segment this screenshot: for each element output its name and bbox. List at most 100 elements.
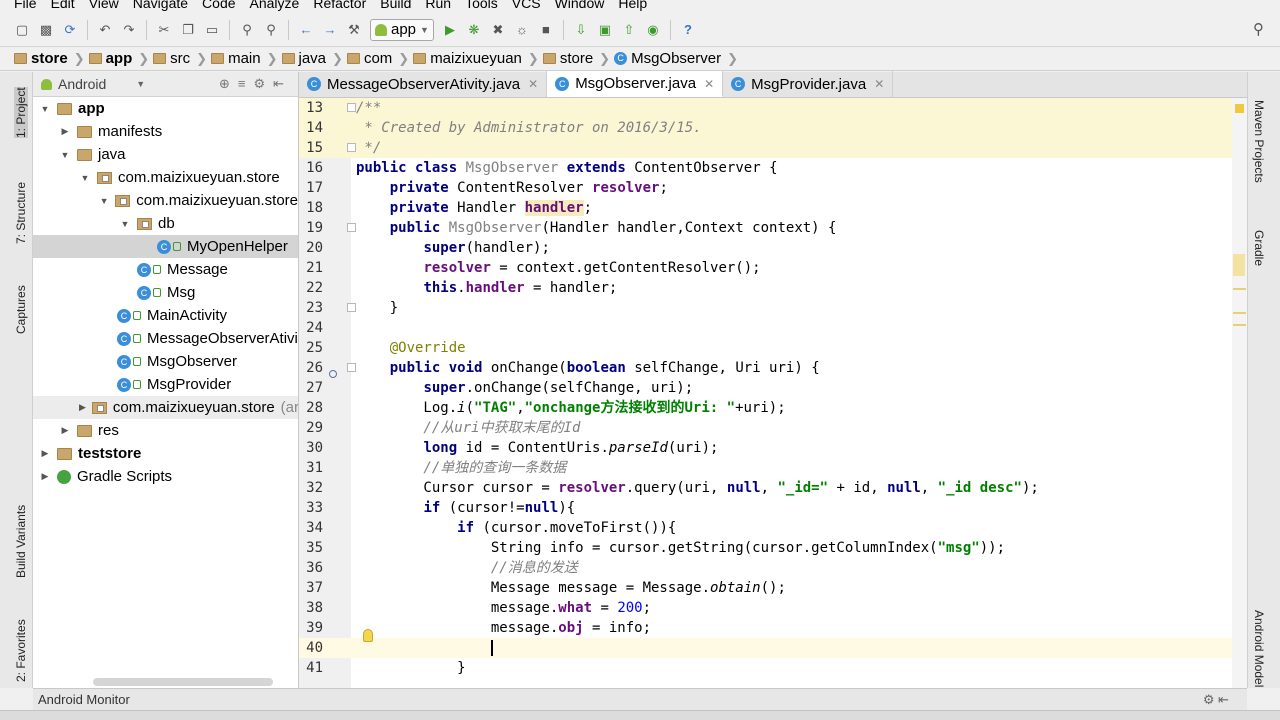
tree-item-msgobserver[interactable]: C MsgObserver	[33, 350, 298, 373]
breadcrumb-item-maizixueyuan[interactable]: maizixueyuan ❯	[413, 50, 539, 67]
breadcrumb-item-main[interactable]: main ❯	[211, 50, 278, 67]
code-line[interactable]: 13 /**	[299, 98, 1247, 118]
collapse-arrow-icon[interactable]: ▶	[59, 425, 71, 436]
tool-tab-structure[interactable]: 7: Structure	[14, 182, 28, 244]
code-line[interactable]: 27 super.onChange(selfChange, uri);	[299, 378, 1247, 398]
code-line[interactable]: 30 long id = ContentUris.parseId(uri);	[299, 438, 1247, 458]
tree-item-messageobserverativi[interactable]: C MessageObserverAtivi	[33, 327, 298, 350]
override-marker-icon[interactable]	[329, 370, 337, 378]
tree-item-db[interactable]: ▼ db	[33, 212, 298, 235]
tree-item-msgprovider[interactable]: C MsgProvider	[33, 373, 298, 396]
search-everywhere-icon[interactable]: ⚲	[1253, 20, 1264, 38]
sdk-manager-icon[interactable]: ⇧	[619, 20, 639, 40]
tool-tab-android-model[interactable]: Android Model	[1252, 610, 1266, 687]
menu-analyze[interactable]: Analyze	[243, 0, 307, 10]
cut-icon[interactable]: ✂	[154, 20, 174, 40]
lightbulb-icon[interactable]	[363, 629, 373, 642]
copy-icon[interactable]: ❐	[178, 20, 198, 40]
tree-item-app[interactable]: ▼ app	[33, 97, 298, 120]
close-icon[interactable]: ✕	[528, 77, 538, 91]
code-line[interactable]: 15 */	[299, 138, 1247, 158]
fold-toggle-icon[interactable]	[347, 103, 356, 112]
tree-item-res[interactable]: ▶ res	[33, 419, 298, 442]
collapse-arrow-icon[interactable]: ▶	[39, 471, 51, 482]
expand-arrow-icon[interactable]: ▼	[39, 104, 51, 114]
code-line[interactable]: 25 @Override	[299, 338, 1247, 358]
menu-vcs[interactable]: VCS	[505, 0, 548, 10]
attach-debugger-icon[interactable]: ✖	[488, 20, 508, 40]
stop-icon[interactable]: ■	[536, 20, 556, 40]
code-line[interactable]: 28 Log.i("TAG","onchange方法接收到的Uri: "+uri…	[299, 398, 1247, 418]
code-line[interactable]: 22 this.handler = handler;	[299, 278, 1247, 298]
tree-item-gradle-scripts[interactable]: ▶ Gradle Scripts	[33, 465, 298, 488]
code-line[interactable]: 24	[299, 318, 1247, 338]
tree-item-teststore[interactable]: ▶ teststore	[33, 442, 298, 465]
horizontal-scrollbar[interactable]	[93, 678, 273, 686]
fold-toggle-icon[interactable]	[347, 303, 356, 312]
gradle-sync-icon[interactable]: ⇩	[571, 20, 591, 40]
close-icon[interactable]: ✕	[704, 77, 714, 91]
code-line[interactable]: 33 if (cursor!=null){	[299, 498, 1247, 518]
fold-toggle-icon[interactable]	[347, 143, 356, 152]
menu-file[interactable]: File	[0, 0, 44, 10]
tree-item-msg[interactable]: C Msg	[33, 281, 298, 304]
breadcrumb-item-app[interactable]: app ❯	[88, 50, 149, 67]
collapse-arrow-icon[interactable]: ▶	[59, 126, 71, 137]
android-device-monitor-icon[interactable]: ◉	[643, 20, 663, 40]
code-line[interactable]: 18 private Handler handler;	[299, 198, 1247, 218]
code-line[interactable]: 16 public class MsgObserver extends Conte…	[299, 158, 1247, 178]
paste-icon[interactable]: ▭	[202, 20, 222, 40]
save-icon[interactable]: ▩	[36, 20, 56, 40]
expand-arrow-icon[interactable]: ▼	[119, 219, 131, 229]
code-line[interactable]: 36 //消息的发送	[299, 558, 1247, 578]
project-view-selector[interactable]: Android	[58, 76, 106, 92]
code-line[interactable]: 20 super(handler);	[299, 238, 1247, 258]
run-configuration-dropdown[interactable]: app ▼	[370, 18, 434, 41]
code-line[interactable]: 35 String info = cursor.getString(cursor…	[299, 538, 1247, 558]
fold-toggle-icon[interactable]	[347, 363, 356, 372]
code-line[interactable]: 34 if (cursor.moveToFirst()){	[299, 518, 1247, 538]
code-line[interactable]: 38 message.what = 200;	[299, 598, 1247, 618]
avd-manager-icon[interactable]: ▣	[595, 20, 615, 40]
expand-arrow-icon[interactable]: ▼	[59, 150, 71, 160]
android-monitor-panel[interactable]: Android Monitor ⚙ ⇤	[33, 688, 1247, 710]
menu-view[interactable]: View	[82, 0, 126, 10]
hide-panel-icon[interactable]: ⇤	[273, 76, 292, 91]
code-line[interactable]: 41 }	[299, 658, 1247, 678]
breadcrumb-item-store[interactable]: store ❯	[542, 50, 610, 67]
run-icon[interactable]: ▶	[440, 20, 460, 40]
tool-tab-captures[interactable]: Captures	[14, 285, 28, 334]
code-line[interactable]: 19 public MsgObserver(Handler handler,Co…	[299, 218, 1247, 238]
code-editor[interactable]: 13 /** 14 * Created by Administrator on 20…	[299, 98, 1247, 688]
help-icon[interactable]: ?	[678, 20, 698, 40]
tree-item-com-maizixueyuan-store[interactable]: ▼ com.maizixueyuan.store	[33, 166, 298, 189]
tab-messageobserverativity[interactable]: C MessageObserverAtivity.java ✕	[299, 71, 548, 97]
tool-tab-gradle[interactable]: Gradle	[1252, 230, 1266, 266]
code-line[interactable]: 40	[299, 638, 1247, 658]
tool-tab-build-variants[interactable]: Build Variants	[14, 505, 28, 578]
menu-build[interactable]: Build	[373, 0, 418, 10]
code-line[interactable]: 26 public void onChange(boolean selfChan…	[299, 358, 1247, 378]
scrollbar-thumb[interactable]	[1233, 254, 1245, 276]
tree-item-com-maizixueyuan-store[interactable]: ▼ com.maizixueyuan.store	[33, 189, 298, 212]
warning-stripe-mark[interactable]	[1233, 324, 1246, 326]
menu-window[interactable]: Window	[548, 0, 612, 10]
code-line[interactable]: 31 //单独的查询一条数据	[299, 458, 1247, 478]
fold-toggle-icon[interactable]	[347, 223, 356, 232]
menu-run[interactable]: Run	[418, 0, 458, 10]
tree-item-com-maizixueyuan-store[interactable]: ▶ com.maizixueyuan.store (ar	[33, 396, 298, 419]
profile-icon[interactable]: ☼	[512, 20, 532, 40]
settings-gear-icon[interactable]: ⚙ ⇤	[1203, 692, 1229, 708]
code-line[interactable]: 17 private ContentResolver resolver;	[299, 178, 1247, 198]
code-line[interactable]: 32 Cursor cursor = resolver.query(uri, n…	[299, 478, 1247, 498]
tree-item-myopenhelper[interactable]: C MyOpenHelper	[33, 235, 298, 258]
expand-arrow-icon[interactable]: ▼	[79, 173, 91, 183]
tree-item-java[interactable]: ▼ java	[33, 143, 298, 166]
tab-msgobserver[interactable]: C MsgObserver.java ✕	[547, 71, 724, 97]
tree-item-mainactivity[interactable]: C MainActivity	[33, 304, 298, 327]
editor-error-stripe[interactable]	[1232, 98, 1247, 688]
warning-stripe-mark[interactable]	[1233, 288, 1246, 290]
code-line[interactable]: 37 Message message = Message.obtain();	[299, 578, 1247, 598]
settings-gear-icon[interactable]: ⚙	[253, 76, 273, 91]
open-folder-icon[interactable]: ▢	[12, 20, 32, 40]
